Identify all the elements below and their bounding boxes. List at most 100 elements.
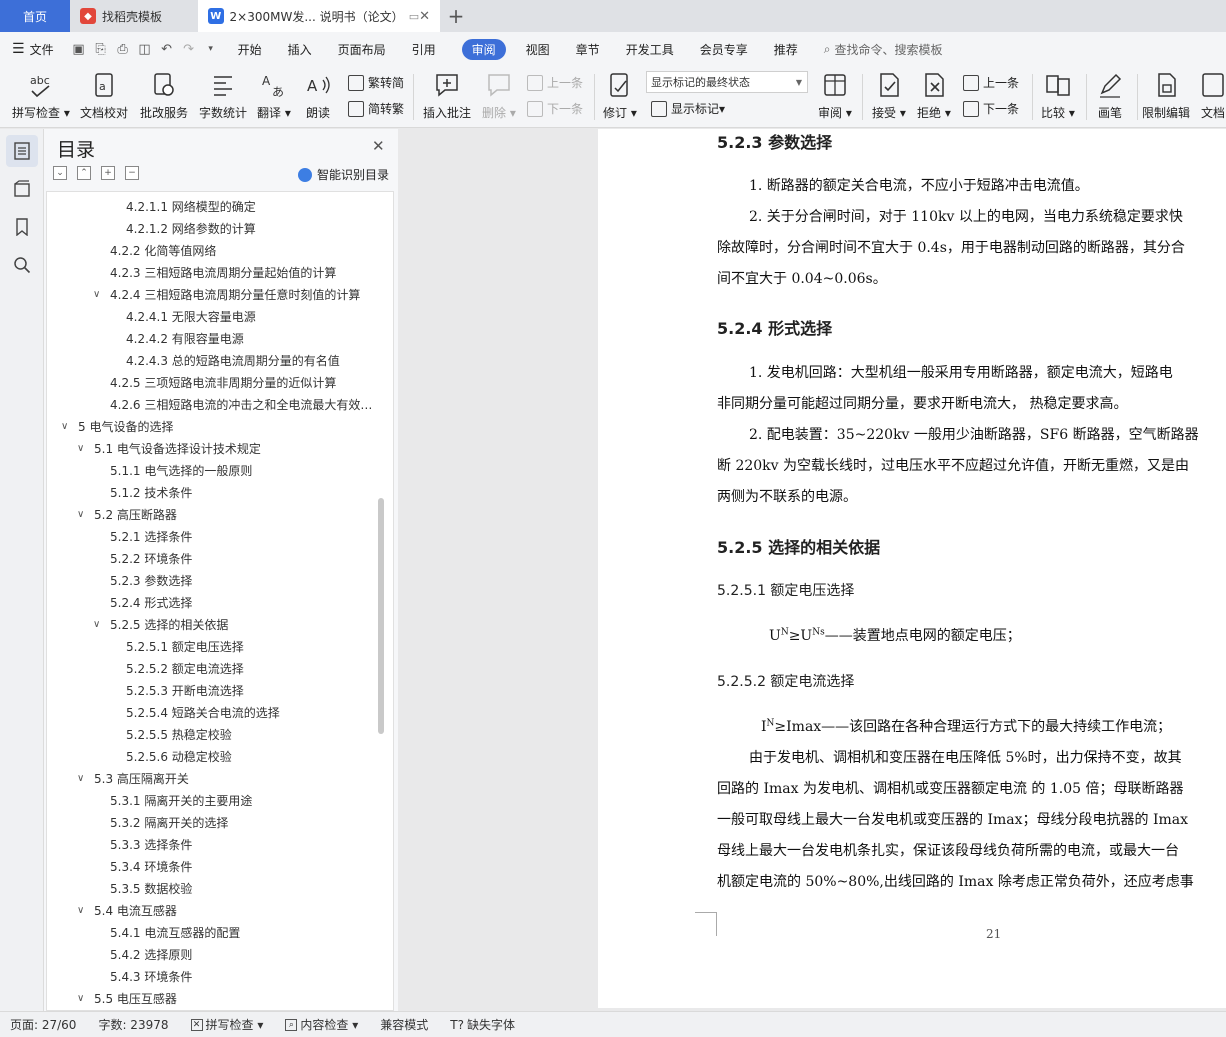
close-icon[interactable]: ✕ [372, 137, 385, 155]
page-indicator[interactable]: 页面: 27/60 [10, 1016, 76, 1033]
toc-item[interactable]: ∨ 5 电气设备的选择 [61, 416, 173, 438]
toc-item[interactable]: ∨ 4.2.4 三相短路电流周期分量任意时刻值的计算 [93, 284, 360, 306]
review-pane-button[interactable]: 审阅 ▾ [818, 70, 852, 121]
chevron-down-icon[interactable]: ∨ [77, 900, 91, 922]
toc-item[interactable]: 5.3.2 隔离开关的选择 [110, 812, 228, 834]
close-icon[interactable]: ✕ [419, 9, 430, 24]
toc-item[interactable]: 4.2.1.1 网络模型的确定 [126, 196, 256, 218]
tab-template-store[interactable]: ◆ 找稻壳模板 [70, 0, 198, 32]
doc-proofread-button[interactable]: a 文档校对 [80, 70, 128, 121]
trad-to-simp-button[interactable]: 繁转简 [348, 74, 404, 91]
menu-item-layout[interactable]: 页面布局 [338, 41, 386, 58]
toc-item[interactable]: 5.2.4 形式选择 [110, 592, 192, 614]
missing-font-button[interactable]: T? 缺失字体 [450, 1016, 515, 1033]
track-changes-button[interactable]: 修订 ▾ [603, 70, 637, 121]
content-check-toggle[interactable]: ⌕ 内容检查 ▾ [285, 1016, 358, 1033]
prev-change-button[interactable]: 上一条 [963, 74, 1019, 91]
chevron-down-icon[interactable]: ∨ [77, 438, 91, 460]
toc-scrollbar[interactable] [378, 498, 384, 734]
menu-item-reference[interactable]: 引用 [412, 41, 436, 58]
toc-item[interactable]: 5.3.3 选择条件 [110, 834, 192, 856]
restrict-edit-button[interactable]: 限制编辑 [1142, 70, 1190, 121]
menu-item-chapter[interactable]: 章节 [576, 41, 600, 58]
export-icon[interactable]: ⎘ [90, 42, 112, 57]
print-icon[interactable]: ⎙ [112, 42, 134, 57]
prev-comment-button[interactable]: 上一条 [527, 74, 583, 91]
collapse-icon[interactable]: ⌃ [77, 166, 91, 180]
toc-item[interactable]: 5.2.5.1 额定电压选择 [126, 636, 244, 658]
toc-item[interactable]: 4.2.3 三相短路电流周期分量起始值的计算 [110, 262, 336, 284]
reject-button[interactable]: 拒绝 ▾ [917, 70, 951, 121]
next-change-button[interactable]: 下一条 [963, 100, 1019, 117]
toc-item[interactable]: ∨ 5.2.5 选择的相关依据 [93, 614, 228, 636]
compare-button[interactable]: 比较 ▾ [1041, 70, 1075, 121]
chevron-down-icon[interactable]: ∨ [93, 614, 107, 636]
save-icon[interactable]: ▣ [68, 42, 90, 57]
toc-item[interactable]: 4.2.4.3 总的短路电流周期分量的有名值 [126, 350, 340, 372]
menu-item-view[interactable]: 视图 [526, 41, 550, 58]
menu-item-review[interactable]: 审阅 [461, 38, 506, 60]
read-aloud-button[interactable]: A 朗读 [303, 70, 333, 121]
toc-item[interactable]: 5.3.4 环境条件 [110, 856, 192, 878]
window-icon[interactable]: ▭ [409, 10, 419, 23]
toc-item[interactable]: 4.2.4.2 有限容量电源 [126, 328, 244, 350]
batch-revise-button[interactable]: 批改服务 [140, 70, 188, 121]
toc-item[interactable]: 4.2.2 化简等值网络 [110, 240, 216, 262]
accept-button[interactable]: 接受 ▾ [872, 70, 906, 121]
file-menu[interactable]: ☰ 文件 [12, 41, 54, 58]
toc-item[interactable]: 5.4.3 环境条件 [110, 966, 192, 988]
word-count-indicator[interactable]: 字数: 23978 [98, 1016, 168, 1033]
menu-item-insert[interactable]: 插入 [288, 41, 312, 58]
chapter-nav-button[interactable] [6, 173, 38, 205]
remove-heading-icon[interactable]: − [125, 166, 139, 180]
new-tab-button[interactable]: + [440, 0, 472, 32]
menu-item-start[interactable]: 开始 [238, 41, 262, 58]
find-button[interactable] [6, 249, 38, 281]
toc-item[interactable]: ∨4.2.1 网络模型的建立 [93, 192, 228, 196]
menu-item-recommend[interactable]: 推荐 [774, 41, 798, 58]
toc-item[interactable]: 4.2.4.1 无限大容量电源 [126, 306, 256, 328]
delete-comment-button[interactable]: 删除 ▾ [482, 70, 516, 121]
toc-item[interactable]: 5.1.1 电气选择的一般原则 [110, 460, 252, 482]
print-preview-icon[interactable]: ◫ [134, 42, 156, 57]
chevron-down-icon[interactable]: ▾ [200, 44, 222, 54]
redo-icon[interactable]: ↷ [178, 42, 200, 57]
tab-home[interactable]: 首页 [0, 0, 70, 32]
expand-icon[interactable]: ⌄ [53, 166, 67, 180]
toc-item[interactable]: 4.2.5 三项短路电流非周期分量的近似计算 [110, 372, 336, 394]
spell-check-toggle[interactable]: ✕ 拼写检查 ▾ [190, 1016, 263, 1033]
document-page[interactable]: 5.2.3 参数选择 1. 断路器的额定关合电流，不应小于短路冲击电流值。 2.… [598, 129, 1226, 1008]
toc-item[interactable]: ∨ 5.1 电气设备选择设计技术规定 [77, 438, 261, 460]
toc-item[interactable]: ∨ 5.3 高压隔离开关 [77, 768, 189, 790]
toc-item[interactable]: 5.2.2 环境条件 [110, 548, 192, 570]
toc-item[interactable]: 5.2.3 参数选择 [110, 570, 192, 592]
toc-item[interactable]: 5.2.5.2 额定电流选择 [126, 658, 244, 680]
doc-permission-button[interactable]: 文档 [1198, 70, 1226, 121]
toc-item[interactable]: ∨ 5.5 电压互感器 [77, 988, 177, 1010]
toc-item[interactable]: 5.2.1 选择条件 [110, 526, 192, 548]
show-markup-button[interactable]: 显示标记 ▾ [651, 100, 725, 117]
add-heading-icon[interactable]: + [101, 166, 115, 180]
toc-item[interactable]: 5.3.1 隔离开关的主要用途 [110, 790, 252, 812]
tab-document[interactable]: W 2×300MW发... 说明书（论文） ▭ ✕ [198, 0, 440, 32]
toc-item[interactable]: ∨ 5.2 高压断路器 [77, 504, 177, 526]
chevron-down-icon[interactable]: ∨ [77, 504, 91, 526]
spell-check-button[interactable]: abc 拼写检查 ▾ [12, 70, 70, 121]
next-comment-button[interactable]: 下一条 [527, 100, 583, 117]
toc-item[interactable]: 5.2.5.3 开断电流选择 [126, 680, 244, 702]
toc-item[interactable]: ∨ 5.4 电流互感器 [77, 900, 177, 922]
chevron-down-icon[interactable]: ∨ [77, 768, 91, 790]
toc-item[interactable]: 5.3.5 数据校验 [110, 878, 192, 900]
word-count-button[interactable]: 字数统计 [199, 70, 247, 121]
toc-item[interactable]: 5.4.2 选择原则 [110, 944, 192, 966]
toc-item[interactable]: 5.2.5.6 动稳定校验 [126, 746, 232, 768]
chevron-down-icon[interactable]: ∨ [93, 192, 107, 196]
pen-button[interactable]: 画笔 [1095, 70, 1125, 121]
insert-comment-button[interactable]: 插入批注 [423, 70, 471, 121]
menu-item-devtools[interactable]: 开发工具 [626, 41, 674, 58]
toc-item[interactable]: 5.2.5.5 热稳定校验 [126, 724, 232, 746]
smart-toc-button[interactable]: 智能识别目录 [298, 166, 389, 183]
toc-panel-button[interactable] [6, 135, 38, 167]
toc-item[interactable]: 5.4.1 电流互感器的配置 [110, 922, 240, 944]
undo-icon[interactable]: ↶ [156, 42, 178, 57]
